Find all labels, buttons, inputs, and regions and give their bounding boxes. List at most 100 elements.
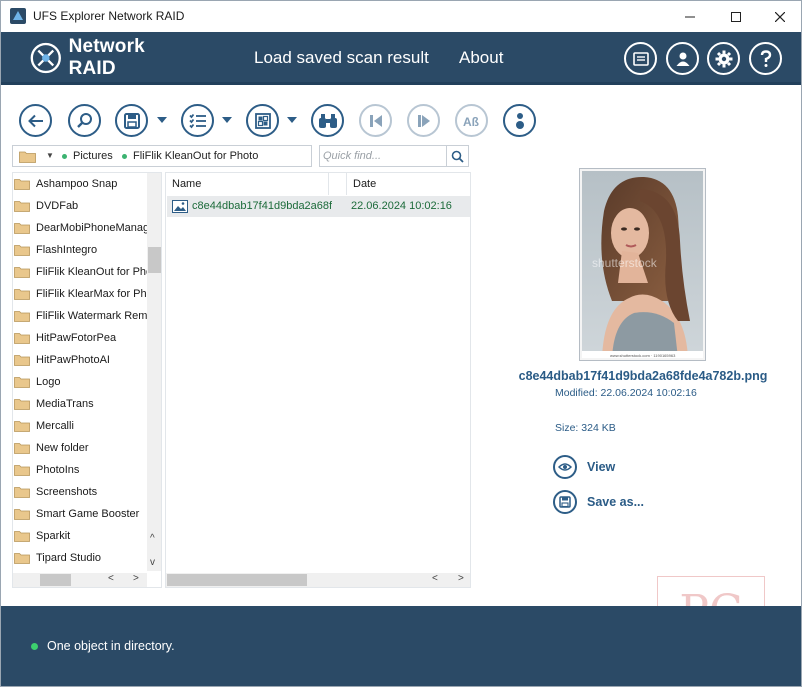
tree-item-label: FlashIntegro: [36, 244, 98, 256]
path-bar[interactable]: ▼ Pictures FliFlik KleanOut for Photo: [12, 145, 312, 167]
tree-item-label: HitPawPhotoAI: [36, 354, 110, 366]
tree-item[interactable]: PhotoIns: [14, 459, 147, 481]
breadcrumb-folder[interactable]: FliFlik KleanOut for Photo: [133, 150, 258, 162]
file-name: c8e44dbab17f41d9bda2a68fde4a782b.png: [192, 200, 332, 212]
tree-vertical-scrollbar[interactable]: ^ v: [147, 173, 161, 571]
tree-item-label: Logo: [36, 376, 61, 388]
quick-find-button[interactable]: [446, 146, 468, 166]
scroll-left-icon[interactable]: <: [108, 573, 114, 584]
tree-item[interactable]: Screenshots: [14, 481, 147, 503]
tree-item[interactable]: Smart Game Booster: [14, 503, 147, 525]
scroll-right-icon[interactable]: >: [458, 573, 464, 584]
tree-item[interactable]: FliFlik KlearMax for Photo: [14, 283, 147, 305]
list-view-button[interactable]: [181, 104, 214, 137]
save-as-button[interactable]: [553, 490, 577, 514]
tree-item[interactable]: FlashIntegro: [14, 239, 147, 261]
tree-item[interactable]: DVDFab: [14, 195, 147, 217]
logo: Network RAID: [16, 36, 189, 79]
next-icon: [417, 114, 430, 127]
next-button[interactable]: [407, 104, 440, 137]
news-button[interactable]: [624, 42, 657, 75]
tree-item[interactable]: Mercalli: [14, 415, 147, 437]
thumbnail-view-button[interactable]: [246, 104, 279, 137]
tree-item-label: MediaTrans: [36, 398, 94, 410]
previous-button[interactable]: [359, 104, 392, 137]
save-as-action[interactable]: Save as...: [553, 490, 644, 514]
crumb-dot-icon: [122, 154, 127, 159]
minimize-button[interactable]: [667, 1, 713, 32]
tree-item[interactable]: Logo: [14, 371, 147, 393]
folder-icon: [14, 223, 30, 234]
thumbnail-dropdown-arrow[interactable]: [287, 117, 297, 123]
search-input[interactable]: Quick find...: [323, 150, 381, 162]
tree-item[interactable]: Sparkit: [14, 525, 147, 547]
status-bar: One object in directory.: [1, 606, 801, 686]
close-button[interactable]: [757, 1, 802, 32]
folder-icon: [14, 333, 30, 344]
preview-size: Size: 324 KB: [555, 422, 616, 434]
scroll-up-icon[interactable]: ^: [150, 533, 155, 544]
help-button[interactable]: [749, 42, 782, 75]
tree-horizontal-scrollbar[interactable]: < >: [13, 573, 147, 587]
account-button[interactable]: [666, 42, 699, 75]
save-dropdown-arrow[interactable]: [157, 117, 167, 123]
status-text: One object in directory.: [47, 639, 175, 653]
search-button[interactable]: [68, 104, 101, 137]
tree-item-label: Mercalli: [36, 420, 74, 432]
table-row[interactable]: c8e44dbab17f41d9bda2a68fde4a782b.png 22.…: [167, 196, 470, 217]
tree-hscroll-thumb[interactable]: [40, 574, 71, 586]
find-button[interactable]: [311, 104, 344, 137]
file-date: 22.06.2024 10:02:16: [351, 200, 452, 212]
list-view-dropdown-arrow[interactable]: [222, 117, 232, 123]
tree-item-label: Smart Game Booster: [36, 508, 140, 520]
tree-scroll-thumb[interactable]: [148, 247, 161, 273]
tree-item[interactable]: DearMobiPhoneManager: [14, 217, 147, 239]
gear-icon: [715, 50, 732, 67]
scroll-down-icon[interactable]: v: [150, 557, 155, 568]
maximize-button[interactable]: [713, 1, 759, 32]
portrait-thumbnail: shutterstock www.shutterstock.com · 1190…: [582, 171, 703, 358]
folder-icon: [14, 443, 30, 454]
info-button[interactable]: [503, 104, 536, 137]
path-dropdown-icon[interactable]: ▼: [46, 151, 54, 160]
column-separator[interactable]: [346, 173, 347, 195]
view-button[interactable]: [553, 455, 577, 479]
quick-find[interactable]: Quick find...: [319, 145, 469, 167]
view-label[interactable]: View: [587, 460, 615, 474]
folder-icon: [14, 289, 30, 300]
load-scan-link[interactable]: Load saved scan result: [254, 48, 429, 68]
tree-item-label: DVDFab: [36, 200, 79, 212]
case-button[interactable]: Aß: [455, 104, 488, 137]
breadcrumb-pictures[interactable]: Pictures: [73, 150, 113, 162]
files-horizontal-scrollbar[interactable]: < >: [166, 573, 470, 587]
settings-button[interactable]: [707, 42, 740, 75]
title-bar: UFS Explorer Network RAID: [1, 1, 801, 32]
scroll-right-icon[interactable]: >: [133, 573, 139, 584]
scroll-left-icon[interactable]: <: [432, 573, 438, 584]
tree-item[interactable]: Ashampoo Snap: [14, 173, 147, 195]
view-action[interactable]: View: [553, 455, 615, 479]
folder-icon: [14, 179, 30, 190]
tree-item[interactable]: HitPawFotorPea: [14, 327, 147, 349]
tree-item[interactable]: MediaTrans: [14, 393, 147, 415]
column-header-name[interactable]: Name: [172, 173, 201, 195]
minimize-icon: [685, 16, 695, 17]
column-separator[interactable]: [328, 173, 329, 195]
about-link[interactable]: About: [459, 48, 503, 68]
save-as-label[interactable]: Save as...: [587, 495, 644, 509]
tree-item[interactable]: FliFlik KleanOut for Photo: [14, 261, 147, 283]
tree-item[interactable]: Tipard Studio: [14, 547, 147, 569]
folder-icon: [14, 245, 30, 256]
folder-icon: [14, 355, 30, 366]
tree-item[interactable]: New folder: [14, 437, 147, 459]
back-button[interactable]: [19, 104, 52, 137]
tree-item[interactable]: HitPawPhotoAI: [14, 349, 147, 371]
prev-icon: [369, 114, 382, 127]
image-preview: shutterstock www.shutterstock.com · 1190…: [579, 168, 706, 361]
tree-item[interactable]: FliFlik Watermark Remover: [14, 305, 147, 327]
save-button[interactable]: [115, 104, 148, 137]
user-icon: [676, 52, 689, 66]
files-hscroll-thumb[interactable]: [167, 574, 307, 586]
app-window: UFS Explorer Network RAID Network RAID L…: [0, 0, 802, 687]
column-header-date[interactable]: Date: [353, 173, 376, 195]
